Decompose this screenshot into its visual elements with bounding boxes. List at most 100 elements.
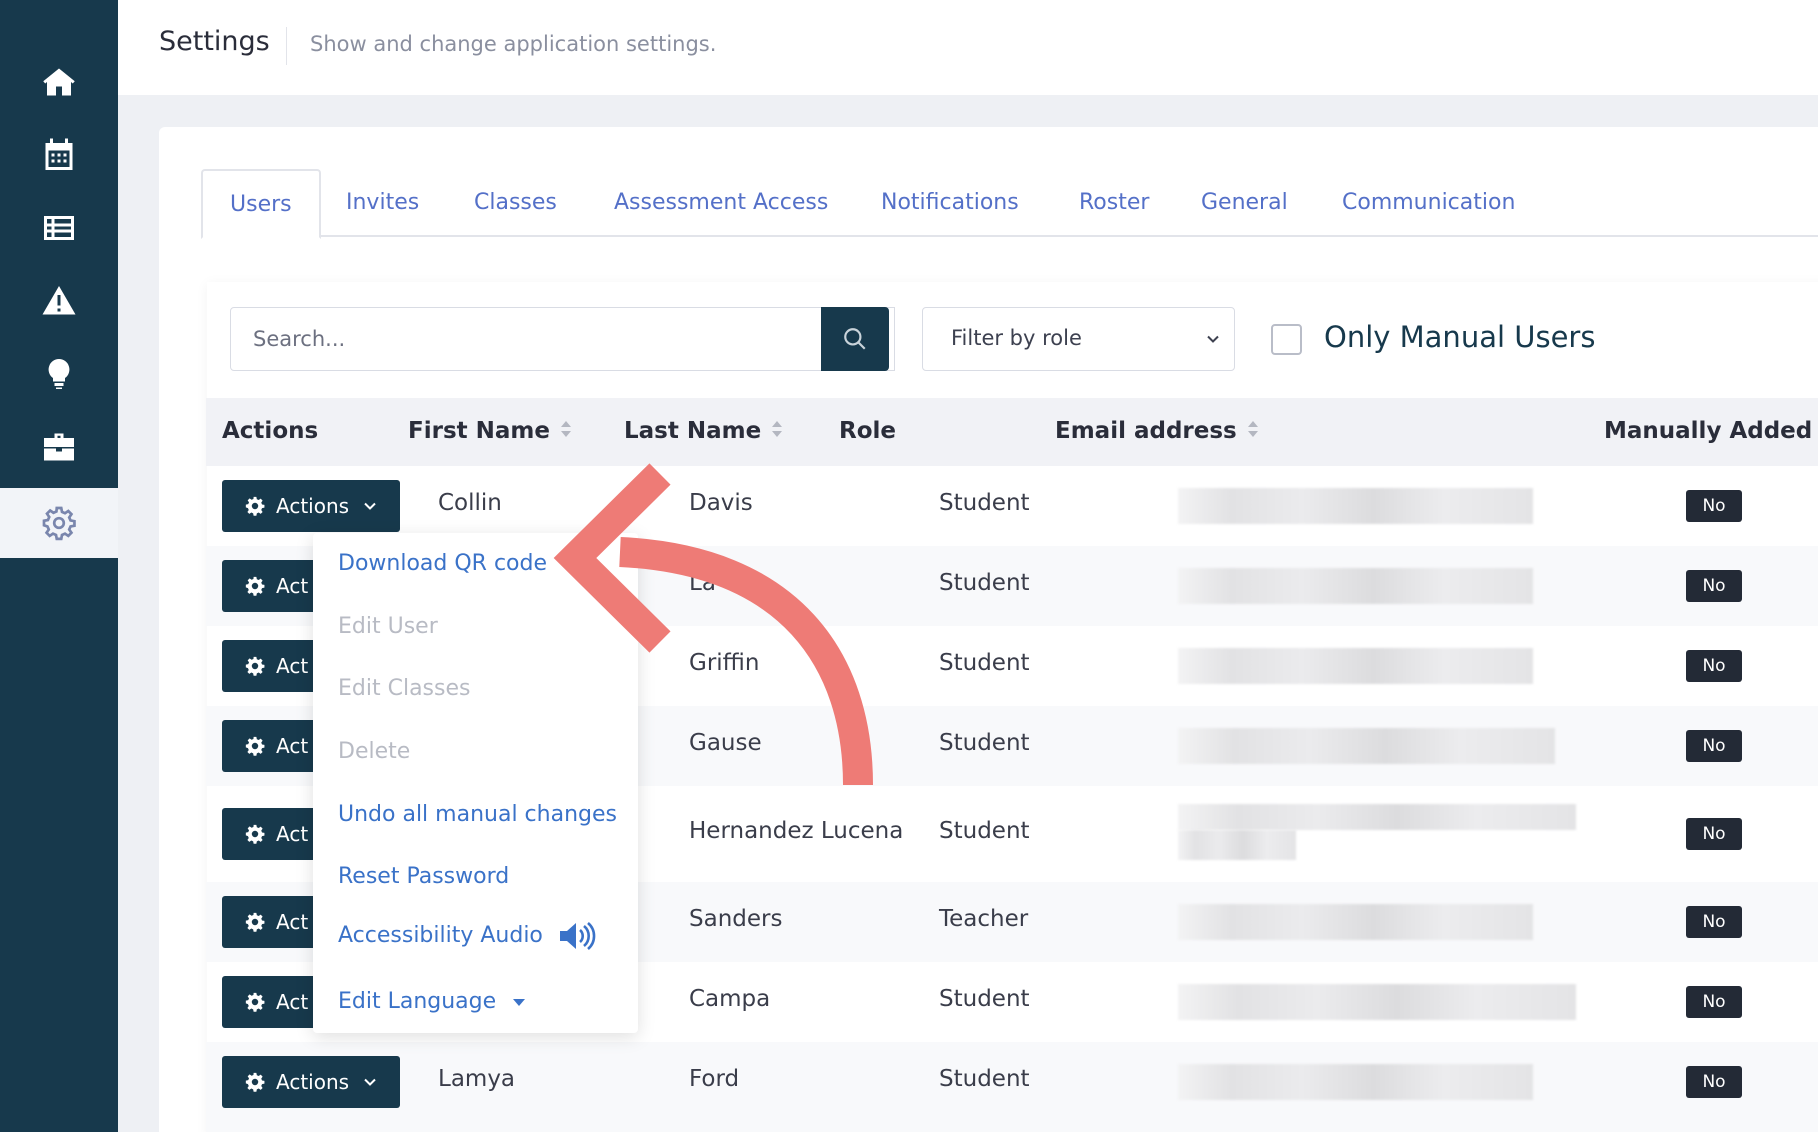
last-name-cell: Sanders <box>689 906 783 932</box>
tab-users[interactable]: Users <box>201 169 321 239</box>
menu-item-download-qr-code[interactable]: Download QR code <box>338 551 547 576</box>
actions-button-label: Act <box>276 574 309 598</box>
sidebar-item-tools[interactable] <box>0 412 118 482</box>
menu-item-undo-manual-changes[interactable]: Undo all manual changes <box>338 802 617 827</box>
warning-icon <box>42 286 76 315</box>
page-title: Settings <box>159 26 270 57</box>
sidebar-item-ideas[interactable] <box>0 339 118 409</box>
menu-item-reset-password[interactable]: Reset Password <box>338 864 509 889</box>
actions-button[interactable]: Actions <box>222 480 400 532</box>
actions-button-label: Act <box>276 734 309 758</box>
search-box <box>230 307 895 371</box>
col-last-name[interactable]: Last Name <box>624 398 783 466</box>
email-cell-redacted <box>1178 1064 1533 1100</box>
last-name-cell: Ford <box>689 1066 740 1092</box>
last-name-cell: Gause <box>689 730 762 756</box>
sidebar-item-settings[interactable] <box>0 488 118 558</box>
col-manually-added-label: Manually Added <box>1604 418 1813 444</box>
manually-added-badge: No <box>1686 906 1742 938</box>
search-input[interactable] <box>231 308 821 369</box>
first-name-cell: Collin <box>438 490 502 516</box>
actions-dropdown-menu: Download QR code Edit User Edit Classes … <box>313 533 638 1033</box>
col-first-name-label: First Name <box>408 418 550 444</box>
gear-icon <box>245 656 265 676</box>
role-cell: Teacher <box>939 906 1029 932</box>
tab-notifications[interactable]: Notifications <box>881 169 1019 237</box>
email-cell-redacted <box>1178 648 1533 684</box>
menu-item-edit-language-label: Edit Language <box>338 989 497 1014</box>
email-cell-redacted <box>1178 568 1533 604</box>
col-manually-added[interactable]: Manually Added <box>1604 398 1818 466</box>
manually-added-badge: No <box>1686 490 1742 522</box>
menu-item-edit-classes: Edit Classes <box>338 676 471 701</box>
tab-invites[interactable]: Invites <box>346 169 419 237</box>
col-email-label: Email address <box>1055 418 1237 444</box>
actions-button-label: Act <box>276 910 309 934</box>
gear-icon <box>42 506 76 541</box>
header-divider <box>286 27 287 65</box>
role-cell: Student <box>939 818 1030 844</box>
menu-item-edit-language[interactable]: Edit Language <box>338 989 526 1014</box>
menu-item-delete: Delete <box>338 739 411 764</box>
role-cell: Student <box>939 490 1030 516</box>
chevron-down-icon <box>364 1078 376 1086</box>
role-cell: Student <box>939 730 1030 756</box>
chevron-down-icon <box>364 502 376 510</box>
email-cell-redacted <box>1178 488 1533 524</box>
menu-item-accessibility-audio-label: Accessibility Audio <box>338 923 543 948</box>
search-icon <box>844 328 866 350</box>
sidebar-item-list[interactable] <box>0 193 118 263</box>
actions-button[interactable]: Actions <box>222 1056 400 1108</box>
page-subtitle: Show and change application settings. <box>310 32 717 56</box>
menu-item-accessibility-audio[interactable]: Accessibility Audio <box>338 921 596 951</box>
only-manual-users-checkbox[interactable] <box>1271 324 1302 355</box>
sidebar-item-home[interactable] <box>0 47 118 117</box>
col-actions: Actions <box>222 418 319 444</box>
col-role: Role <box>839 418 896 444</box>
col-email[interactable]: Email address <box>1055 398 1259 466</box>
sidebar-item-calendar[interactable] <box>0 120 118 190</box>
gear-icon <box>245 992 265 1012</box>
last-name-cell: Hernandez Lucena <box>689 818 904 844</box>
chevron-down-icon <box>1207 335 1219 343</box>
email-cell-redacted <box>1178 904 1533 940</box>
toolbox-icon <box>44 433 74 461</box>
email-cell-redacted <box>1178 804 1576 830</box>
last-name-cell: La <box>689 570 716 596</box>
list-icon <box>44 216 74 240</box>
gear-icon <box>245 576 265 596</box>
role-filter-select[interactable]: Filter by role <box>922 307 1235 371</box>
tab-classes[interactable]: Classes <box>474 169 557 237</box>
search-button[interactable] <box>821 307 889 371</box>
last-name-cell: Griffin <box>689 650 760 676</box>
col-first-name[interactable]: First Name <box>408 398 572 466</box>
role-filter-label: Filter by role <box>951 326 1082 350</box>
sort-icon <box>771 399 783 465</box>
role-cell: Student <box>939 1066 1030 1092</box>
role-cell: Student <box>939 650 1030 676</box>
actions-button-label: Act <box>276 990 309 1014</box>
actions-button-label: Act <box>276 654 309 678</box>
manually-added-badge: No <box>1686 818 1742 850</box>
tab-communication[interactable]: Communication <box>1342 169 1515 237</box>
calendar-icon <box>45 138 73 170</box>
manually-added-badge: No <box>1686 986 1742 1018</box>
tab-bar: Users Invites Classes Assessment Access … <box>201 169 1818 239</box>
last-name-cell: Campa <box>689 986 771 1012</box>
tab-assessment-access[interactable]: Assessment Access <box>614 169 828 237</box>
email-cell-redacted <box>1178 728 1555 764</box>
role-cell: Student <box>939 570 1030 596</box>
manually-added-badge: No <box>1686 570 1742 602</box>
actions-button-label: Actions <box>276 1070 350 1094</box>
email-cell-redacted <box>1178 830 1296 860</box>
page-header: Settings Show and change application set… <box>118 0 1818 95</box>
email-cell-redacted <box>1178 984 1576 1020</box>
manually-added-badge: No <box>1686 650 1742 682</box>
col-last-name-label: Last Name <box>624 418 762 444</box>
tab-roster[interactable]: Roster <box>1079 169 1149 237</box>
tab-general[interactable]: General <box>1201 169 1288 237</box>
role-cell: Student <box>939 986 1030 1012</box>
gear-icon <box>245 912 265 932</box>
sidebar-item-alerts[interactable] <box>0 266 118 336</box>
first-name-cell: Lamya <box>438 1066 516 1092</box>
